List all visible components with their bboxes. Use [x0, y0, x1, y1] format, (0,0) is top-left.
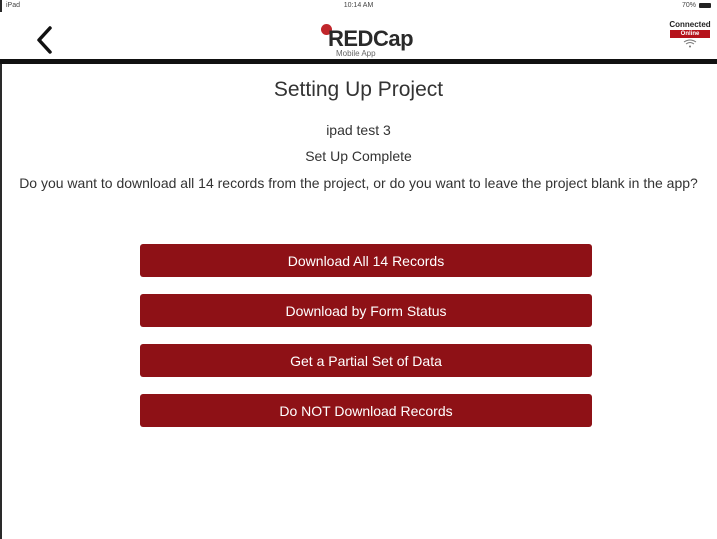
- do-not-download-button[interactable]: Do NOT Download Records: [140, 394, 592, 427]
- battery-icon: [699, 3, 711, 8]
- navigation-bar: REDCap Mobile App Connected Online: [0, 12, 717, 59]
- setup-panel: Setting Up Project ipad test 3 Set Up Co…: [0, 64, 717, 194]
- connection-label: Connected: [669, 20, 711, 29]
- page-title: Setting Up Project: [273, 78, 444, 101]
- download-all-records-button[interactable]: Download All 14 Records: [140, 244, 592, 277]
- logo-subtext: Mobile App: [336, 49, 376, 58]
- battery-percent: 70%: [681, 2, 696, 9]
- clock-label: 10:14 AM: [343, 2, 374, 9]
- project-name: ipad test 3: [326, 122, 391, 138]
- download-by-form-status-button[interactable]: Download by Form Status: [140, 294, 592, 327]
- download-options: Download All 14 Records Download by Form…: [140, 244, 592, 444]
- partial-data-button[interactable]: Get a Partial Set of Data: [140, 344, 592, 377]
- battery-status: 70%: [682, 2, 711, 9]
- status-bar: iPad 10:14 AM 70%: [0, 0, 717, 12]
- chevron-left-icon: [37, 26, 52, 54]
- back-button[interactable]: [28, 22, 64, 58]
- connection-indicator: Connected Online: [665, 20, 715, 56]
- download-question: Do you want to download all 14 records f…: [19, 175, 698, 191]
- app-screen: iPad 10:14 AM 70% REDCap Mobile App Conn…: [0, 0, 717, 539]
- connection-status-badge: Online: [670, 30, 710, 38]
- setup-status: Set Up Complete: [305, 148, 412, 164]
- wifi-icon: [683, 39, 697, 48]
- redcap-logo: REDCap Mobile App: [318, 16, 428, 58]
